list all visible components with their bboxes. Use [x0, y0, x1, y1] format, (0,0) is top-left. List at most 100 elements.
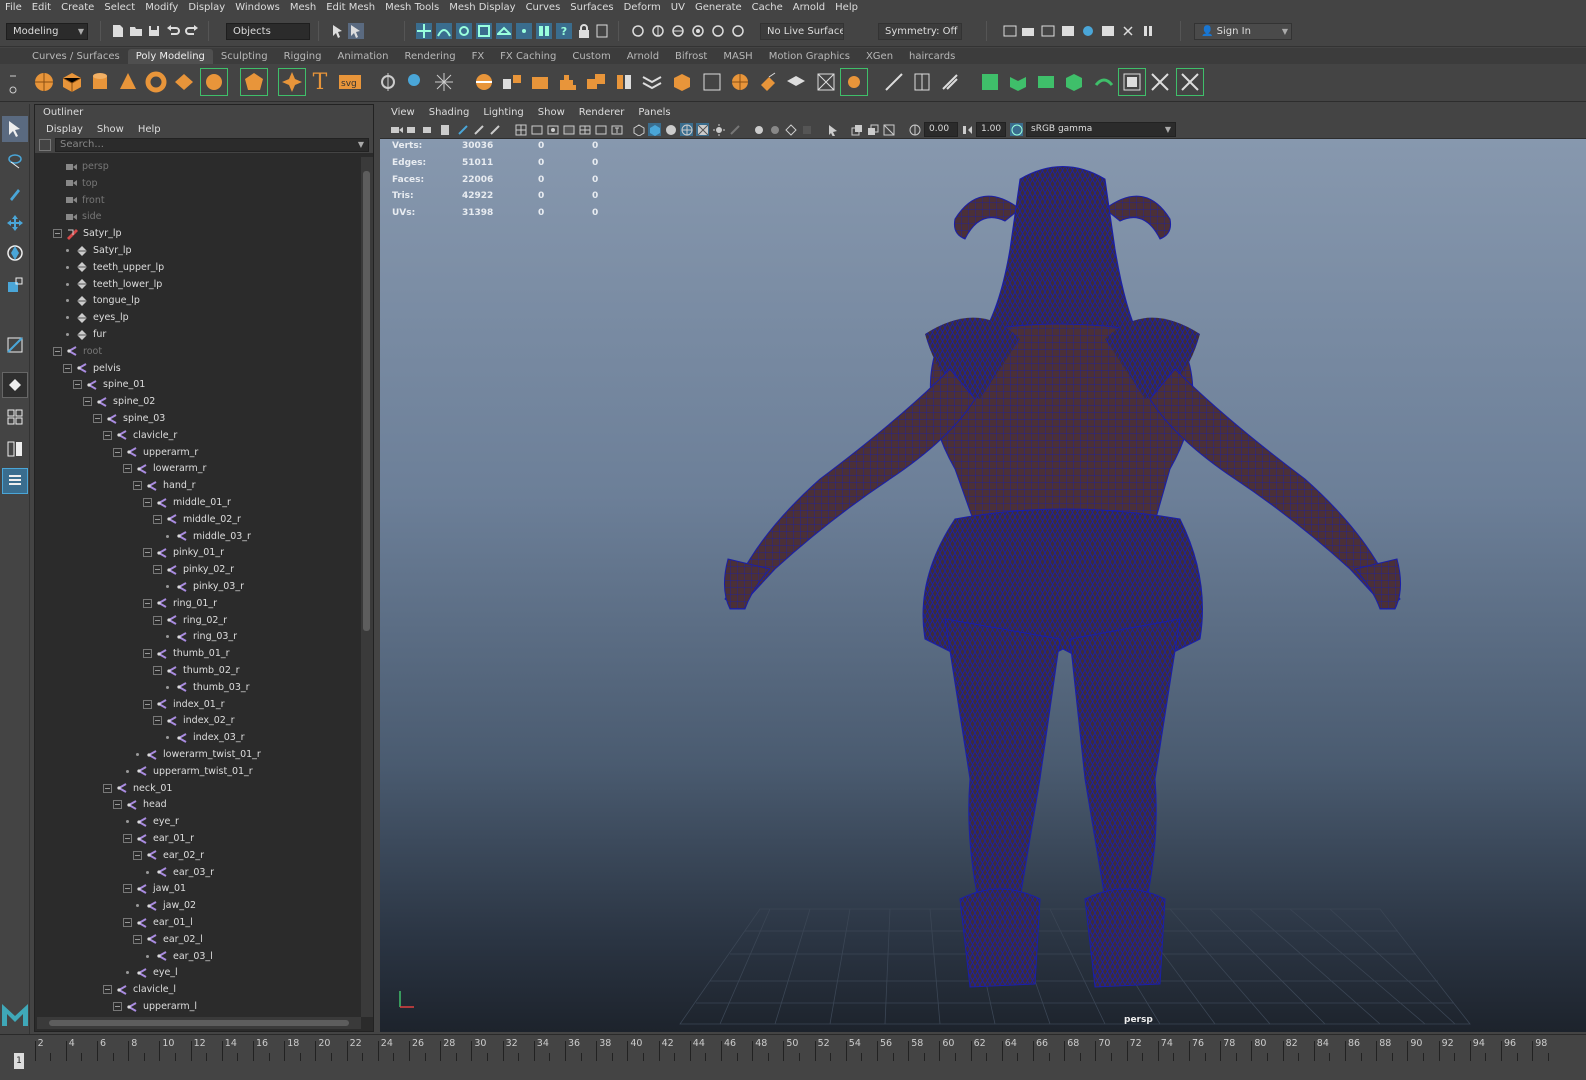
automatic-map-icon[interactable] [1060, 68, 1088, 96]
shelf-tab-fx-caching[interactable]: FX Caching [492, 49, 564, 64]
last-tool-icon[interactable] [2, 332, 28, 358]
menu-curves[interactable]: Curves [521, 0, 566, 15]
selection-mode-dropdown[interactable]: Objects [226, 23, 310, 40]
gate-mask-icon[interactable] [562, 123, 575, 136]
poly-disc-icon[interactable] [200, 68, 228, 96]
hypershade-icon[interactable] [690, 23, 706, 39]
collapse-toggle[interactable] [153, 666, 162, 675]
unfold-icon[interactable] [1090, 68, 1118, 96]
collapse-toggle[interactable] [143, 548, 152, 558]
outliner-item[interactable]: front [65, 193, 105, 209]
menu-windows[interactable]: Windows [230, 0, 285, 15]
outliner-item[interactable]: index_02_r [153, 713, 235, 729]
outliner-item[interactable]: pinky_01_r [143, 545, 224, 561]
snap-curve-icon[interactable] [436, 23, 452, 39]
render-sequence-icon[interactable] [730, 23, 746, 39]
outliner-scroll-thumb[interactable] [363, 171, 370, 631]
menu-cache[interactable]: Cache [747, 0, 788, 15]
outliner-item[interactable]: thumb_03_r [163, 680, 250, 696]
outliner-item[interactable]: root [53, 344, 102, 360]
lock-icon[interactable] [576, 23, 592, 39]
outliner-item[interactable]: teeth_upper_lp [63, 260, 164, 276]
outliner-item[interactable]: spine_03 [93, 411, 165, 427]
poly-cone-icon[interactable] [114, 68, 142, 96]
snap-together-icon[interactable] [536, 23, 552, 39]
panel-menu-lighting[interactable]: Lighting [476, 107, 530, 118]
collapse-toggle[interactable] [143, 699, 152, 709]
outliner-item[interactable]: pinky_02_r [153, 562, 234, 578]
outliner-item[interactable]: clavicle_r [103, 428, 177, 444]
menu-edit-mesh[interactable]: Edit Mesh [321, 0, 380, 15]
outliner-item[interactable]: middle_01_r [143, 495, 231, 511]
shelf-tab-sculpting[interactable]: Sculpting [213, 49, 276, 64]
bridge-icon[interactable] [638, 68, 666, 96]
resolution-gate-icon[interactable] [546, 123, 559, 136]
shelf-tab-arnold[interactable]: Arnold [619, 49, 667, 64]
target-weld-icon[interactable] [754, 68, 782, 96]
multi-cut-icon[interactable] [726, 68, 754, 96]
mode-dropdown[interactable]: Modeling ▼ [6, 23, 88, 40]
menu-help[interactable]: Help [830, 0, 863, 15]
outliner-item[interactable]: upperarm_twist_01_r [123, 764, 253, 780]
safe-title-icon[interactable] [594, 123, 607, 136]
search-input[interactable]: Search... ▼ [55, 138, 369, 152]
chevron-down-icon[interactable]: ▼ [358, 139, 364, 151]
boolean-icon[interactable] [582, 68, 610, 96]
collapse-icon[interactable] [840, 68, 868, 96]
motion-blur-icon[interactable] [768, 123, 781, 136]
menu-uv[interactable]: UV [666, 0, 690, 15]
collapse-toggle[interactable] [73, 380, 82, 390]
outliner-item[interactable]: thumb_01_r [143, 646, 230, 662]
four-view-layout-icon[interactable] [2, 404, 28, 430]
insert-loop-icon[interactable] [908, 68, 936, 96]
panel-menu-view[interactable]: View [384, 107, 422, 118]
collapse-toggle[interactable] [133, 481, 142, 491]
collapse-toggle[interactable] [153, 615, 162, 625]
outliner-menu-help[interactable]: Help [131, 124, 168, 135]
outliner-item[interactable]: eye_r [123, 814, 179, 830]
snapshot-icon[interactable] [1060, 23, 1076, 39]
symmetry-dropdown[interactable]: Symmetry: Off [878, 23, 962, 40]
2d-pan-zoom-icon[interactable] [456, 123, 469, 136]
collapse-toggle[interactable] [83, 397, 92, 407]
collapse-toggle[interactable] [123, 884, 132, 894]
collapse-toggle[interactable] [103, 985, 112, 995]
poly-text-icon[interactable]: T [306, 68, 334, 96]
cut-uv-icon[interactable] [1146, 68, 1174, 96]
poly-cylinder-icon[interactable] [86, 68, 114, 96]
outliner-item[interactable]: eyes_lp [63, 310, 129, 326]
shelf-tab-curves-surfaces[interactable]: Curves / Surfaces [24, 49, 128, 64]
collapse-toggle[interactable] [93, 414, 102, 423]
menu-surfaces[interactable]: Surfaces [565, 0, 618, 15]
shelf-tab-mash[interactable]: MASH [715, 49, 760, 64]
snap-live-icon[interactable] [516, 23, 532, 39]
menu-create[interactable]: Create [56, 0, 99, 15]
fill-hole-icon[interactable] [782, 68, 810, 96]
isolate-select-icon[interactable] [826, 123, 839, 136]
outliner-item[interactable]: Satyr_lp [63, 243, 132, 259]
snap-help-icon[interactable]: ? [556, 23, 572, 39]
outliner-item[interactable]: ring_03_r [163, 629, 237, 645]
outliner-item[interactable]: side [65, 209, 101, 225]
smooth-icon[interactable] [554, 68, 582, 96]
collapse-toggle[interactable] [143, 598, 152, 608]
menu-generate[interactable]: Generate [690, 0, 747, 15]
multisample-aa-icon[interactable] [784, 123, 797, 136]
lasso-tool-icon[interactable] [2, 148, 28, 174]
merge-icon[interactable] [812, 68, 840, 96]
smooth-shade-icon[interactable] [648, 123, 661, 136]
collapse-toggle[interactable] [133, 850, 142, 860]
render-view-icon[interactable] [710, 23, 726, 39]
outliner-item[interactable]: index_01_r [143, 697, 225, 713]
grease-pencil-icon[interactable] [472, 123, 485, 136]
collapse-toggle[interactable] [123, 834, 132, 843]
select-by-object-icon[interactable] [348, 23, 364, 39]
viewport-3d[interactable]: Verts: 30036 0 0 Edges: 51011 0 0 Faces: 22006 0 0 T… [380, 139, 1586, 1032]
outliner-item[interactable]: ear_03_l [143, 949, 213, 965]
outliner-item[interactable]: pelvis [63, 361, 121, 377]
outliner-item[interactable]: tongue_lp [63, 293, 140, 309]
collapse-toggle[interactable] [113, 1002, 122, 1011]
collapse-toggle[interactable] [103, 783, 112, 793]
depth-of-field-icon[interactable] [800, 123, 813, 136]
sign-in-button[interactable]: 👤 Sign In ▼ [1194, 23, 1292, 40]
